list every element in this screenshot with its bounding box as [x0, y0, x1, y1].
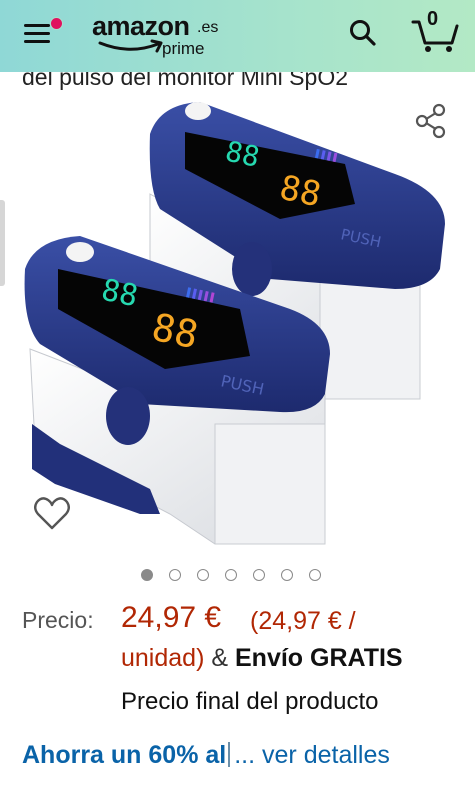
view-details-link[interactable]: ... ver detalles [234, 741, 390, 769]
svg-text:88: 88 [223, 135, 263, 174]
carousel-dot[interactable] [169, 569, 181, 581]
menu-icon-bar [24, 40, 50, 43]
price-line-two: unidad) & Envío GRATIS [121, 644, 403, 673]
savings-row[interactable]: Ahorra un 60% al... ver detalles [22, 741, 390, 770]
product-title-text: del pulso del monitor Mini SpO2 [22, 72, 348, 90]
amazon-logo[interactable]: amazon .es prime [92, 11, 232, 61]
image-carousel-dots[interactable] [141, 569, 321, 583]
carousel-dot[interactable] [309, 569, 321, 581]
free-shipping-text: Envío GRATIS [235, 644, 403, 672]
notification-dot [50, 17, 63, 30]
menu-icon [24, 24, 50, 27]
logo-prime: prime [162, 39, 205, 58]
svg-text:88: 88 [148, 305, 202, 358]
ampersand: & [211, 644, 229, 672]
heart-icon[interactable] [32, 494, 72, 534]
smile-arrow-icon [98, 39, 163, 53]
final-price-note: Precio final del producto [121, 688, 379, 715]
unit-price-part2: unidad) [121, 644, 205, 672]
carousel-dot[interactable] [141, 569, 153, 581]
carousel-dot[interactable] [225, 569, 237, 581]
cart-button[interactable]: 0 [410, 8, 460, 54]
app-header: amazon .es prime 0 [0, 0, 475, 72]
carousel-dot[interactable] [253, 569, 265, 581]
menu-icon-bar [24, 32, 50, 35]
text-cursor [228, 742, 231, 767]
svg-text:88: 88 [98, 273, 141, 315]
logo-word: amazon [92, 11, 190, 41]
share-icon[interactable] [414, 102, 448, 140]
carousel-dot[interactable] [281, 569, 293, 581]
logo-tld: .es [197, 19, 219, 36]
search-icon[interactable] [348, 18, 378, 48]
svg-text:88: 88 [276, 168, 324, 216]
carousel-dot[interactable] [197, 569, 209, 581]
savings-text: Ahorra un 60% al [22, 741, 227, 769]
price-label: Precio: [22, 607, 94, 633]
unit-price-part1: (24,97 € / [250, 607, 356, 635]
cart-count: 0 [427, 8, 439, 30]
menu-button[interactable] [24, 16, 63, 46]
product-image[interactable]: 88 88 PUSH 88 88 PUSH [0, 94, 475, 554]
price-value: 24,97 € [121, 601, 222, 634]
product-title: del pulso del monitor Mini SpO2 [0, 72, 475, 94]
